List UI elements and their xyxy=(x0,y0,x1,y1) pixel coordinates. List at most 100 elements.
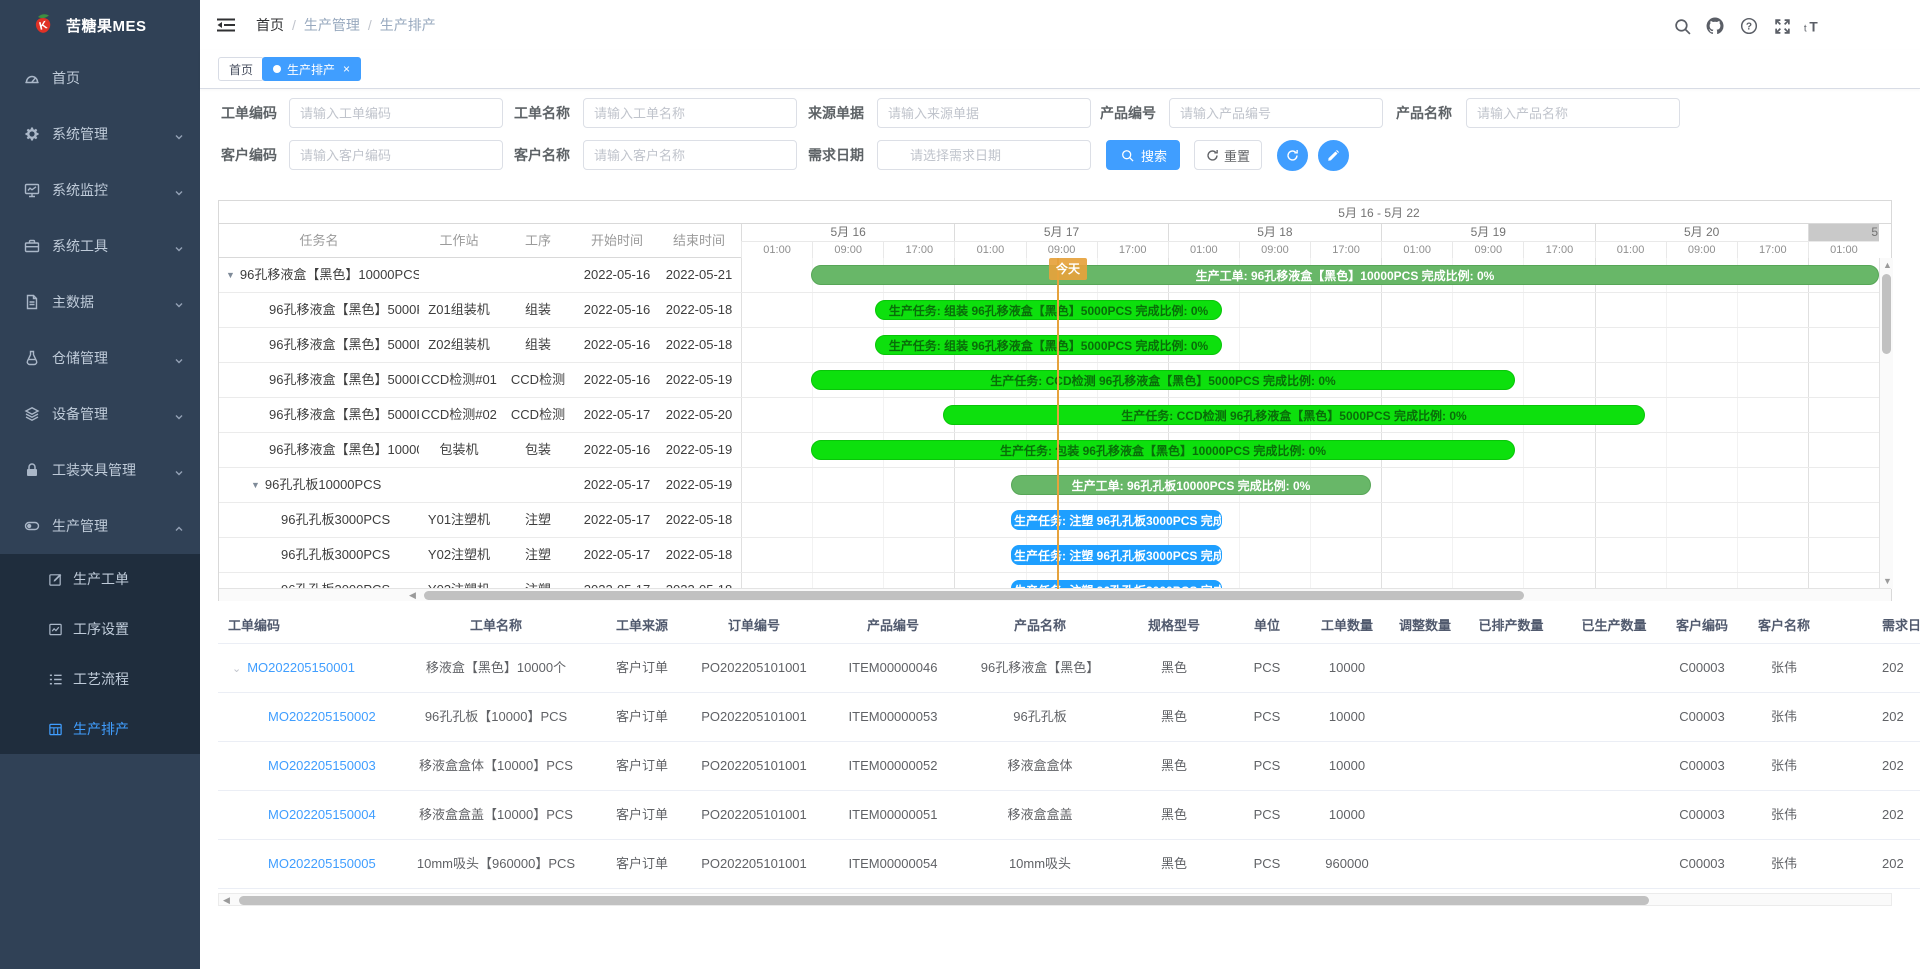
sidebar-item-7[interactable]: 工装夹具管理 xyxy=(0,442,200,498)
filter-input-客户编码[interactable] xyxy=(289,140,503,170)
tab-close-icon[interactable]: × xyxy=(343,63,350,75)
gantt-task-row[interactable]: 96孔移液盒【黑色】5000PCSZ01组装机组装2022-05-162022-… xyxy=(219,293,741,328)
gantt-station: Y02注塑机 xyxy=(419,538,499,572)
table-cell-adj xyxy=(1390,693,1460,741)
sidebar-item-8[interactable]: 生产管理 xyxy=(0,498,200,554)
gantt-task-row[interactable]: 96孔孔板3000PCSY01注塑机注塑2022-05-172022-05-18 xyxy=(219,503,741,538)
gantt-bar-row: 生产任务: 注塑 96孔孔板3000PCS 完成比例: 0% xyxy=(741,503,1879,538)
sidebar-subitem-label: 生产工单 xyxy=(73,569,129,589)
gantt-task-row[interactable]: 96孔移液盒【黑色】5000PCSCCD检测#02CCD检测2022-05-17… xyxy=(219,398,741,433)
gantt-vscrollbar-thumb[interactable] xyxy=(1882,274,1891,354)
github-icon[interactable] xyxy=(1705,16,1725,36)
gantt-bar-selected[interactable]: 生产任务: 注塑 96孔孔板3000PCS 完成比例: 0% xyxy=(1011,545,1222,565)
scroll-left-icon[interactable]: ◀ xyxy=(223,894,230,907)
gantt-bar-task[interactable]: 生产任务: CCD检测 96孔移液盒【黑色】5000PCS 完成比例: 0% xyxy=(943,405,1645,425)
table-cell-cust_name: 张伟 xyxy=(1738,791,1830,839)
gantt-task-row[interactable]: 96孔孔板3000PCSY03注塑机注塑2022-05-172022-05-18 xyxy=(219,573,741,589)
gantt-start: 2022-05-17 xyxy=(577,468,657,502)
fullscreen-icon[interactable] xyxy=(1772,16,1792,36)
scroll-up-icon[interactable]: ▲ xyxy=(1883,259,1892,272)
table-scrollbar-thumb[interactable] xyxy=(239,896,1649,905)
row-expand-icon[interactable]: ⌄ xyxy=(232,663,241,675)
font-size-icon[interactable]: tT xyxy=(1803,16,1823,36)
sidebar-subitem-0[interactable]: 生产工单 xyxy=(0,554,200,604)
gantt-bar-order[interactable]: 生产工单: 96孔移液盒【黑色】10000PCS 完成比例: 0% xyxy=(811,265,1879,285)
sidebar-item-1[interactable]: 系统管理 xyxy=(0,106,200,162)
gantt-horizontal-scrollbar[interactable]: ◀ xyxy=(219,588,1891,601)
refresh-round-button[interactable] xyxy=(1277,140,1308,171)
search-icon[interactable] xyxy=(1672,16,1692,36)
gantt-bar-selected[interactable]: 生产任务: 注塑 96孔孔板3000PCS 完成比例: 0% xyxy=(1011,510,1222,530)
filter-input-工单名称[interactable] xyxy=(583,98,797,128)
table-row[interactable]: ⌄MO202205150001移液盒【黑色】10000个客户订单PO202205… xyxy=(218,644,1920,693)
chevron-down-icon xyxy=(174,409,184,425)
table-cell-item: ITEM00000054 xyxy=(824,840,962,888)
sidebar-item-3[interactable]: 系统工具 xyxy=(0,218,200,274)
gantt-start: 2022-05-17 xyxy=(577,398,657,432)
production-icon xyxy=(24,518,40,534)
gantt-process: 注塑 xyxy=(499,538,577,572)
gantt-task-row[interactable]: ▼96孔移液盒【黑色】10000PCS2022-05-162022-05-21 xyxy=(219,258,741,293)
sidebar-subitem-2[interactable]: 工艺流程 xyxy=(0,654,200,704)
breadcrumb-item-1[interactable]: 生产管理 xyxy=(304,17,360,33)
gantt-task-row[interactable]: 96孔移液盒【黑色】10000PCS包装机包装2022-05-162022-05… xyxy=(219,433,741,468)
gantt-task-row[interactable]: 96孔移液盒【黑色】5000PCSZ02组装机组装2022-05-162022-… xyxy=(219,328,741,363)
sidebar-subitem-3[interactable]: 生产排产 xyxy=(0,704,200,754)
gantt-task-row[interactable]: ▼96孔孔板10000PCS2022-05-172022-05-19 xyxy=(219,468,741,503)
help-icon[interactable]: ? xyxy=(1739,16,1759,36)
gantt-task-row[interactable]: 96孔移液盒【黑色】5000PCSCCD检测#01CCD检测2022-05-16… xyxy=(219,363,741,398)
table-horizontal-scrollbar[interactable]: ◀ xyxy=(218,893,1892,906)
filter-input-产品名称[interactable] xyxy=(1466,98,1680,128)
breadcrumb-item-0[interactable]: 首页 xyxy=(256,17,284,33)
breadcrumb-item-2[interactable]: 生产排产 xyxy=(380,17,436,33)
work-order-link[interactable]: MO202205150001 xyxy=(247,660,355,675)
gantt-task-row[interactable]: 96孔孔板3000PCSY02注塑机注塑2022-05-172022-05-18 xyxy=(219,538,741,573)
work-order-link[interactable]: MO202205150004 xyxy=(268,807,376,822)
reset-button[interactable]: 重置 xyxy=(1194,140,1262,170)
sidebar-item-4[interactable]: 主数据 xyxy=(0,274,200,330)
sidebar-subitem-1[interactable]: 工序设置 xyxy=(0,604,200,654)
filter-label: 产品编号 xyxy=(1100,98,1156,128)
sidebar-fold-icon[interactable] xyxy=(216,15,236,35)
gantt-bar-task[interactable]: 生产任务: 包装 96孔移液盒【黑色】10000PCS 完成比例: 0% xyxy=(811,440,1515,460)
gantt-hour-cell: 09:00 xyxy=(1239,241,1310,258)
search-button[interactable]: 搜索 xyxy=(1106,140,1180,170)
filter-input-客户名称[interactable] xyxy=(583,140,797,170)
gantt-bar-task[interactable]: 生产任务: CCD检测 96孔移液盒【黑色】5000PCS 完成比例: 0% xyxy=(811,370,1515,390)
tab-production-scheduling[interactable]: 生产排产 × xyxy=(262,57,361,81)
table-row[interactable]: MO202205150003移液盒盒体【10000】PCS客户订单PO20220… xyxy=(218,742,1920,791)
filter-input-需求日期[interactable] xyxy=(877,140,1091,170)
scroll-down-icon[interactable]: ▼ xyxy=(1883,575,1892,588)
tab-home-label: 首页 xyxy=(229,61,253,78)
table-row[interactable]: MO20220515000510mm吸头【960000】PCS客户订单PO202… xyxy=(218,840,1920,889)
edit-round-button[interactable] xyxy=(1318,140,1349,171)
gantt-bar-order[interactable]: 生产工单: 96孔孔板10000PCS 完成比例: 0% xyxy=(1011,475,1371,495)
scroll-left-icon[interactable]: ◀ xyxy=(409,589,416,602)
filter-input-工单编码[interactable] xyxy=(289,98,503,128)
work-order-link[interactable]: MO202205150003 xyxy=(268,758,376,773)
row-collapse-icon[interactable]: ▼ xyxy=(226,270,235,280)
app-logo[interactable]: K 苦糖果MES xyxy=(0,0,200,50)
gantt-station: Y03注塑机 xyxy=(419,573,499,589)
gantt-vertical-scrollbar[interactable]: ▲▼ xyxy=(1879,258,1893,589)
gantt-task-name: 96孔移液盒【黑色】5000PCS xyxy=(219,293,419,327)
today-line xyxy=(1057,258,1059,589)
work-order-link[interactable]: MO202205150002 xyxy=(268,709,376,724)
row-collapse-icon[interactable]: ▼ xyxy=(251,480,260,490)
tab-home[interactable]: 首页 xyxy=(218,57,264,81)
table-cell-item: ITEM00000046 xyxy=(824,644,962,692)
filter-input-来源单据[interactable] xyxy=(877,98,1091,128)
table-row[interactable]: MO20220515000296孔孔板【10000】PCS客户订单PO20220… xyxy=(218,693,1920,742)
sidebar-item-5[interactable]: 仓储管理 xyxy=(0,330,200,386)
gantt-bar-task[interactable]: 生产任务: 组装 96孔移液盒【黑色】5000PCS 完成比例: 0% xyxy=(875,300,1222,320)
filter-label: 产品名称 xyxy=(1396,98,1452,128)
filter-input-产品编号[interactable] xyxy=(1169,98,1383,128)
gantt-scrollbar-thumb[interactable] xyxy=(424,591,1524,600)
work-order-link[interactable]: MO202205150005 xyxy=(268,856,376,871)
table-row[interactable]: MO202205150004移液盒盒盖【10000】PCS客户订单PO20220… xyxy=(218,791,1920,840)
sidebar-item-2[interactable]: 系统监控 xyxy=(0,162,200,218)
gantt-bar-task[interactable]: 生产任务: 组装 96孔移液盒【黑色】5000PCS 完成比例: 0% xyxy=(875,335,1222,355)
sidebar-item-6[interactable]: 设备管理 xyxy=(0,386,200,442)
sidebar-item-0[interactable]: 首页 xyxy=(0,50,200,106)
table-cell-unit: PCS xyxy=(1230,742,1304,790)
